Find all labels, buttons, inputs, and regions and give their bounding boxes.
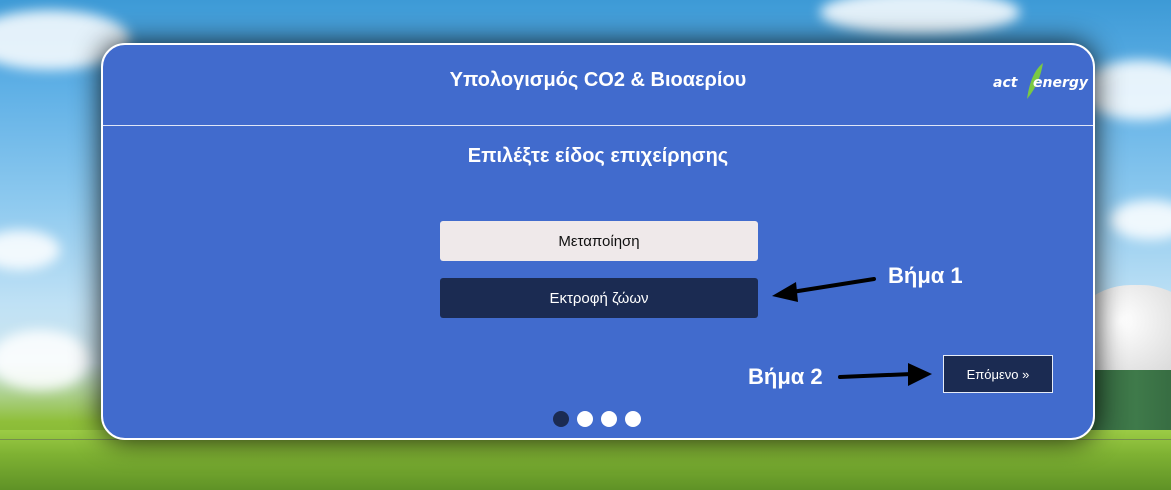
step-indicator: [553, 411, 641, 427]
step2-annotation-label: Βήμα 2: [748, 364, 823, 389]
background-cloud: [0, 330, 90, 390]
step-dot-4[interactable]: [625, 411, 641, 427]
option-manufacturing-button[interactable]: Μεταποίηση: [440, 221, 758, 261]
background-cloud: [1110, 200, 1171, 240]
page-title: Υπολογισμός CO2 & Βιοαερίου: [449, 69, 747, 91]
fence-line: [0, 439, 1171, 450]
background-cloud: [0, 230, 60, 270]
background-cloud: [820, 0, 1020, 35]
step-dot-2[interactable]: [577, 411, 593, 427]
section-heading: Επιλέξτε είδος επιχείρησης: [467, 145, 729, 167]
step-dot-3[interactable]: [601, 411, 617, 427]
option-livestock-button[interactable]: Εκτροφή ζώων: [440, 278, 758, 318]
step2-arrow-icon: [838, 363, 932, 386]
logo-text-energy: energy: [1033, 75, 1089, 91]
next-button[interactable]: Επόμενο »: [943, 355, 1053, 393]
step1-annotation-label: Βήμα 1: [888, 263, 963, 288]
calculator-card: Υπολογισμός CO2 & Βιοαερίου act energy Ε…: [101, 43, 1095, 440]
step1-arrow-icon: [772, 277, 876, 302]
step-dot-1[interactable]: [553, 411, 569, 427]
act-energy-logo: act energy: [993, 61, 1088, 101]
logo-text-act: act: [993, 75, 1018, 91]
card-header: Υπολογισμός CO2 & Βιοαερίου act energy: [103, 45, 1093, 126]
